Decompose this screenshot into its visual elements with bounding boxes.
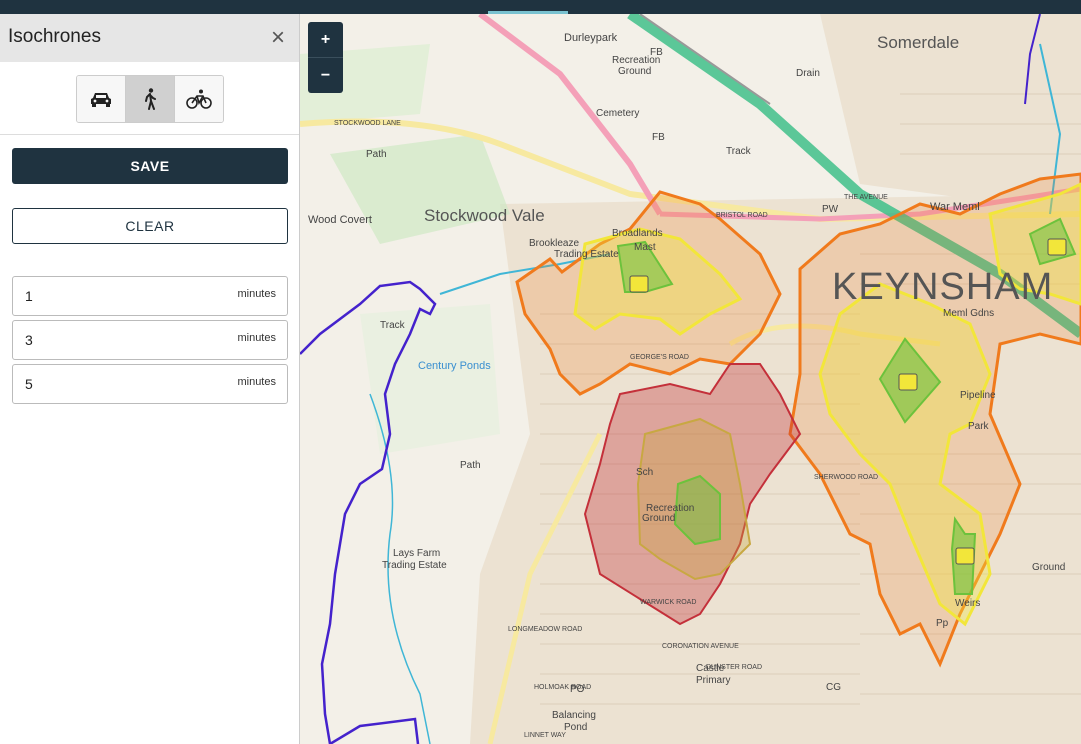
time-input-unit: minutes [237,376,276,388]
map-label-longmeadow-road: LONGMEADOW ROAD [508,626,583,633]
map-label-cg: CG [826,682,841,693]
map-label-mast: Mast [634,242,656,253]
map-label-meml-gdns: Meml Gdns [943,308,995,319]
map-label-lays-trading: Trading Estate [382,560,447,571]
map-label-balancing: Balancing [552,710,596,721]
isochrones-panel: Isochrones × SAVE CLEAR 1 minutes 3 minu… [0,14,300,744]
time-input-value[interactable]: 3 [25,332,33,348]
map-label-fb: FB [650,47,663,58]
map-label-stockwood-lane: STOCKWOOD LANE [334,120,401,127]
car-mode-button[interactable] [77,76,126,122]
walk-mode-button[interactable] [126,76,175,122]
map-label-pp: Pp [936,618,949,629]
clear-button[interactable]: CLEAR [12,208,288,244]
map-label-path-2: Path [460,460,481,471]
map-label-dunster-road: DUNSTER ROAD [706,664,763,671]
map-label-drain: Drain [796,68,820,79]
time-input-1[interactable]: 1 minutes [12,276,288,316]
map-label-warwick-road: WARWICK ROAD [640,599,697,606]
map-label-pond: Pond [564,722,588,733]
map-label-trading-estate: Trading Estate [554,249,619,260]
map-label-path: Path [366,149,387,160]
map-label-somerdale: Somerdale [877,33,960,52]
map-label-pw: PW [822,204,839,215]
zoom-in-button[interactable]: + [308,22,343,58]
car-icon [91,93,111,107]
bike-mode-button[interactable] [175,76,223,122]
map-label-bristol-road: BRISTOL ROAD [716,212,768,219]
map-label-track: Track [726,146,751,157]
time-input-unit: minutes [237,288,276,300]
map-label-century-ponds: Century Ponds [418,360,491,372]
panel-divider [0,134,299,135]
panel-title: Isochrones [8,26,101,47]
map-label-recreation-ground-2: Ground [618,66,652,77]
map-label-sch: Sch [636,467,654,478]
zoom-out-button[interactable]: − [308,58,343,93]
map-label-coronation-avenue: CORONATION AVENUE [662,643,739,650]
walk-icon [145,88,156,110]
close-icon[interactable]: × [271,24,285,52]
map-label-broadlands: Broadlands [612,228,663,239]
save-button[interactable]: SAVE [12,148,288,184]
map-label-war-meml: War Meml [930,201,980,213]
map-base-svg [300,14,1081,744]
map-label-durleypark: Durleypark [564,32,618,44]
time-input-3[interactable]: 5 minutes [12,364,288,404]
map-label-cemetery: Cemetery [596,108,640,119]
map-label-linnet-way: LINNET WAY [524,732,566,739]
map-label-wood-covert: Wood Covert [308,214,372,226]
top-bar [0,0,1081,14]
map-label-holmoak-road: HOLMOAK ROAD [534,684,592,691]
time-input-value[interactable]: 1 [25,288,33,304]
map-label-keynsham: KEYNSHAM [832,266,1054,308]
map-label-pipeline: Pipeline [960,390,996,401]
map-label-stockwood-vale: Stockwood Vale [424,206,545,225]
panel-header: Isochrones × [0,14,299,62]
map-label-park: Park [968,421,989,432]
map-label-georges-road: GEORGE'S ROAD [630,354,689,361]
map-label-weirs: Weirs [955,598,981,609]
travel-mode-selector [76,75,224,123]
zoom-control: + − [308,22,343,93]
map-canvas[interactable]: Durleypark Recreation Ground Somerdale C… [300,14,1081,744]
time-input-unit: minutes [237,332,276,344]
map-label-primary: Primary [696,675,731,686]
map-label-track-2: Track [380,320,405,331]
map-label-ground: Ground [1032,562,1066,573]
map-label-brookleaze: Brookleaze [529,238,580,249]
map-label-the-avenue: THE AVENUE [844,194,888,201]
map-label-lays-farm: Lays Farm [393,548,441,559]
map-label-sherwood-road: SHERWOOD ROAD [814,474,879,481]
time-input-2[interactable]: 3 minutes [12,320,288,360]
time-input-value[interactable]: 5 [25,376,33,392]
bike-icon [186,89,212,109]
map-label-fb-2: FB [652,132,665,143]
map-label-recreation-ground-4: Ground [642,513,676,524]
